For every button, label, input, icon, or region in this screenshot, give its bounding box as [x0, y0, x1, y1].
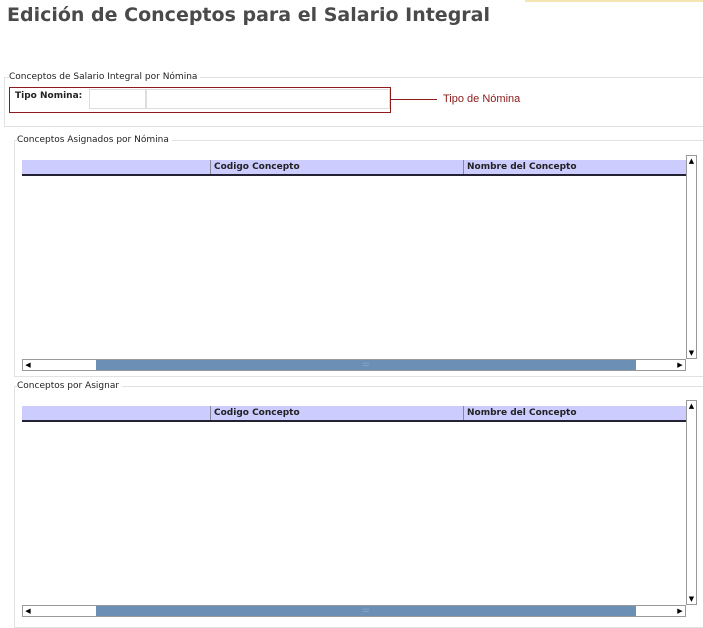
column-header-codigo[interactable]: Codigo Concepto — [210, 406, 463, 420]
unassigned-horizontal-scrollbar[interactable]: ◀ ::: ▶ — [22, 605, 686, 617]
scrollbar-thumb[interactable]: ::: — [96, 360, 636, 370]
tipo-nomina-name-input[interactable] — [146, 89, 390, 109]
scrollbar-thumb[interactable]: ::: — [96, 606, 636, 616]
column-header-select[interactable] — [22, 160, 210, 174]
column-header-nombre[interactable]: Nombre del Concepto — [463, 406, 686, 420]
scroll-right-icon[interactable]: ▶ — [675, 360, 685, 370]
unassigned-legend: Conceptos por Asignar — [17, 381, 123, 391]
annotation-line — [390, 99, 437, 100]
scroll-left-icon[interactable]: ◀ — [23, 606, 33, 616]
unassigned-grid-header: Codigo Concepto Nombre del Concepto — [22, 406, 686, 422]
scroll-down-icon[interactable]: ▼ — [687, 594, 696, 604]
scroll-left-icon[interactable]: ◀ — [23, 360, 33, 370]
tipo-nomina-code-input[interactable] — [89, 89, 146, 109]
scroll-right-icon[interactable]: ▶ — [675, 606, 685, 616]
scroll-down-icon[interactable]: ▼ — [687, 348, 696, 358]
unassigned-vertical-scrollbar[interactable]: ▲ ▼ — [686, 400, 697, 605]
column-header-codigo[interactable]: Codigo Concepto — [210, 160, 463, 174]
assigned-grid-header: Codigo Concepto Nombre del Concepto — [22, 160, 686, 176]
column-header-nombre[interactable]: Nombre del Concepto — [463, 160, 686, 174]
assigned-horizontal-scrollbar[interactable]: ◀ ::: ▶ — [22, 359, 686, 371]
annotation-text: Tipo de Nómina — [443, 93, 521, 105]
scroll-up-icon[interactable]: ▲ — [687, 156, 696, 166]
tipo-nomina-label: Tipo Nomina: — [15, 91, 83, 101]
payroll-legend: Conceptos de Salario Integral por Nómina — [9, 72, 201, 82]
column-header-select[interactable] — [22, 406, 210, 420]
page-title: Edición de Conceptos para el Salario Int… — [7, 4, 490, 26]
assigned-legend: Conceptos Asignados por Nómina — [17, 135, 172, 145]
assigned-vertical-scrollbar[interactable]: ▲ ▼ — [686, 155, 697, 359]
unassigned-fieldset — [14, 386, 703, 628]
top-decoration — [525, 0, 703, 2]
scroll-up-icon[interactable]: ▲ — [687, 401, 696, 411]
